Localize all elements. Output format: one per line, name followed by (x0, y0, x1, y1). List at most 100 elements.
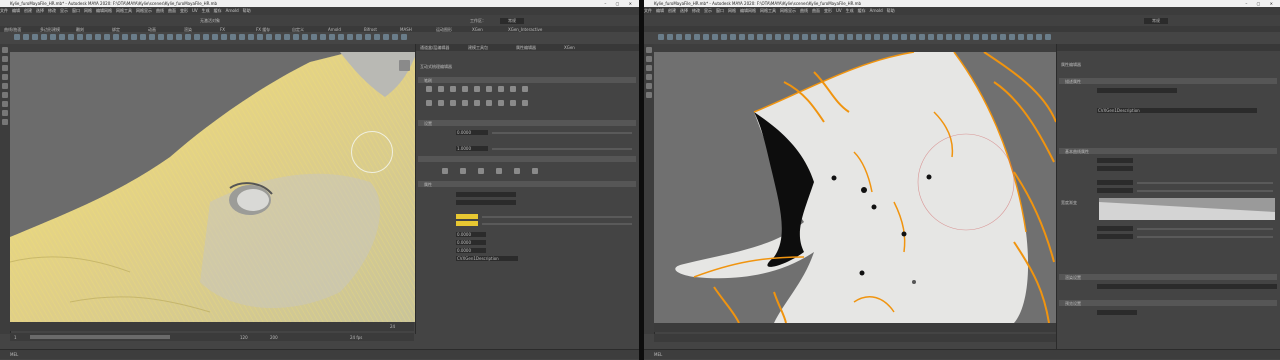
settings-section-header[interactable]: 设置 (418, 120, 636, 126)
fps-select[interactable]: 24 fps (350, 335, 362, 340)
groom-brush-icon[interactable] (510, 86, 516, 92)
left-shelf-tool-icon[interactable] (392, 34, 398, 40)
groom-brush-icon[interactable] (474, 86, 480, 92)
left-window-controls[interactable]: – ▢ ✕ (604, 0, 636, 7)
curve-slider-5[interactable] (1137, 228, 1273, 230)
view-cube-icon[interactable] (399, 60, 410, 71)
right-menu-item[interactable]: 生成 (846, 8, 854, 13)
left-shelf-tool-icon[interactable] (374, 34, 380, 40)
brush-section-header[interactable]: 笔刷 (418, 77, 636, 83)
layout-four-icon[interactable] (2, 110, 8, 116)
right-shelf-tool-icon[interactable] (910, 34, 916, 40)
right-menu-item[interactable]: 选择 (680, 8, 688, 13)
color-slider-1[interactable] (482, 216, 632, 218)
preview-description-field[interactable]: CVXGen1Description (456, 256, 518, 261)
left-menu-item[interactable]: 变形 (180, 8, 188, 13)
groom-tool-icon[interactable] (496, 168, 502, 174)
render-settings-section-header[interactable]: 渲染设置 (1059, 274, 1277, 280)
value-field-5[interactable]: 0.0000 (456, 248, 486, 253)
right-shelf-tool-icon[interactable] (1027, 34, 1033, 40)
strength-field[interactable]: 1.0000 (456, 146, 488, 151)
right-shelf-tool-icon[interactable] (685, 34, 691, 40)
brush-size-slider[interactable] (492, 132, 632, 134)
right-shelf-tool-icon[interactable] (667, 34, 673, 40)
left-shelf-tool-icon[interactable] (59, 34, 65, 40)
left-shelf-tool-icon[interactable] (293, 34, 299, 40)
left-shelf-tool-icon[interactable] (257, 34, 263, 40)
value-field-3[interactable]: 0.0000 (456, 232, 486, 237)
left-shelf-tool-icon[interactable] (95, 34, 101, 40)
right-shelf-tool-icon[interactable] (739, 34, 745, 40)
render-field[interactable] (1097, 284, 1277, 289)
curve-slider-3[interactable] (1137, 182, 1273, 184)
editor-tab[interactable]: 建模工具包 (468, 45, 488, 51)
right-shelf-tool-icon[interactable] (1036, 34, 1042, 40)
left-menu-item[interactable]: 文件 (0, 8, 8, 13)
right-command-line[interactable]: MEL (644, 349, 1280, 359)
description-name-field[interactable]: CVXGen1Description (1097, 108, 1257, 113)
left-shelf-tool-icon[interactable] (302, 34, 308, 40)
right-shelf-tool-icon[interactable] (811, 34, 817, 40)
left-shelf-tool-icon[interactable] (320, 34, 326, 40)
cut-section-header[interactable] (418, 156, 636, 162)
right-shelf-tool-icon[interactable] (703, 34, 709, 40)
select-tool-icon[interactable] (646, 47, 652, 53)
left-menu-item[interactable]: 曲线 (156, 8, 164, 13)
left-menu-item[interactable]: 编辑网格 (96, 8, 112, 13)
right-range-slider[interactable] (654, 334, 1056, 342)
preview-settings-section-header[interactable]: 预览设置 (1059, 300, 1277, 306)
right-viewport[interactable] (654, 52, 1056, 323)
right-shelf-tool-icon[interactable] (730, 34, 736, 40)
left-shelf-tool-icon[interactable] (329, 34, 335, 40)
layout-single-icon[interactable] (646, 92, 652, 98)
groom-brush-icon[interactable] (450, 86, 456, 92)
groom-brush-icon[interactable] (438, 86, 444, 92)
range-handle[interactable] (30, 335, 170, 339)
curve-field-3[interactable] (1097, 180, 1133, 185)
left-menu-item[interactable]: 网格 (84, 8, 92, 13)
left-shelf-tool-icon[interactable] (356, 34, 362, 40)
left-menu-item[interactable]: 生成 (202, 8, 210, 13)
left-viewport[interactable] (10, 52, 415, 322)
layout-single-icon[interactable] (2, 101, 8, 107)
right-shelf-tool-icon[interactable] (973, 34, 979, 40)
left-time-slider[interactable]: 24 (10, 322, 414, 331)
right-menu-item[interactable]: 创建 (668, 8, 676, 13)
right-menu-item[interactable]: 窗口 (716, 8, 724, 13)
color-swatch-2[interactable] (456, 221, 478, 226)
left-shelf-tool-icon[interactable] (122, 34, 128, 40)
right-window-controls[interactable]: – ▢ ✕ (1245, 0, 1277, 7)
right-menu-item[interactable]: 文件 (644, 8, 652, 13)
groom-brush-icon[interactable] (438, 100, 444, 106)
right-menu-item[interactable]: 显示 (704, 8, 712, 13)
right-shelf-tool-icon[interactable] (928, 34, 934, 40)
right-shelf-tool-icon[interactable] (955, 34, 961, 40)
curve-field-6[interactable] (1097, 234, 1133, 239)
right-shelf-tool-icon[interactable] (919, 34, 925, 40)
right-shelf-tool-icon[interactable] (856, 34, 862, 40)
right-shelf-tool-icon[interactable] (712, 34, 718, 40)
curve-field-1[interactable] (1097, 158, 1133, 163)
right-menu-item[interactable]: UV (836, 8, 842, 13)
right-shelf-tool-icon[interactable] (721, 34, 727, 40)
right-menu-item[interactable]: 网格显示 (780, 8, 796, 13)
groom-tool-icon[interactable] (460, 168, 466, 174)
strength-slider[interactable] (492, 148, 632, 150)
left-shelf-tool-icon[interactable] (266, 34, 272, 40)
groom-brush-icon[interactable] (462, 100, 468, 106)
right-shelf-tool-icon[interactable] (748, 34, 754, 40)
layout-two-icon[interactable] (2, 119, 8, 125)
groom-brush-icon[interactable] (522, 86, 528, 92)
right-shelf-tool-icon[interactable] (964, 34, 970, 40)
right-shelf-tool-icon[interactable] (883, 34, 889, 40)
right-shelf-tool-icon[interactable] (1000, 34, 1006, 40)
left-shelf-tool-icon[interactable] (14, 34, 20, 40)
left-menu-item[interactable]: 修改 (48, 8, 56, 13)
right-shelf-tool-icon[interactable] (901, 34, 907, 40)
right-shelf-tool-icon[interactable] (946, 34, 952, 40)
right-shelf-tool-icon[interactable] (982, 34, 988, 40)
left-shelf-tool-icon[interactable] (212, 34, 218, 40)
editor-tab[interactable]: 属性编辑器 (516, 45, 536, 51)
groom-tool-icon[interactable] (442, 168, 448, 174)
left-menu-item[interactable]: 窗口 (72, 8, 80, 13)
